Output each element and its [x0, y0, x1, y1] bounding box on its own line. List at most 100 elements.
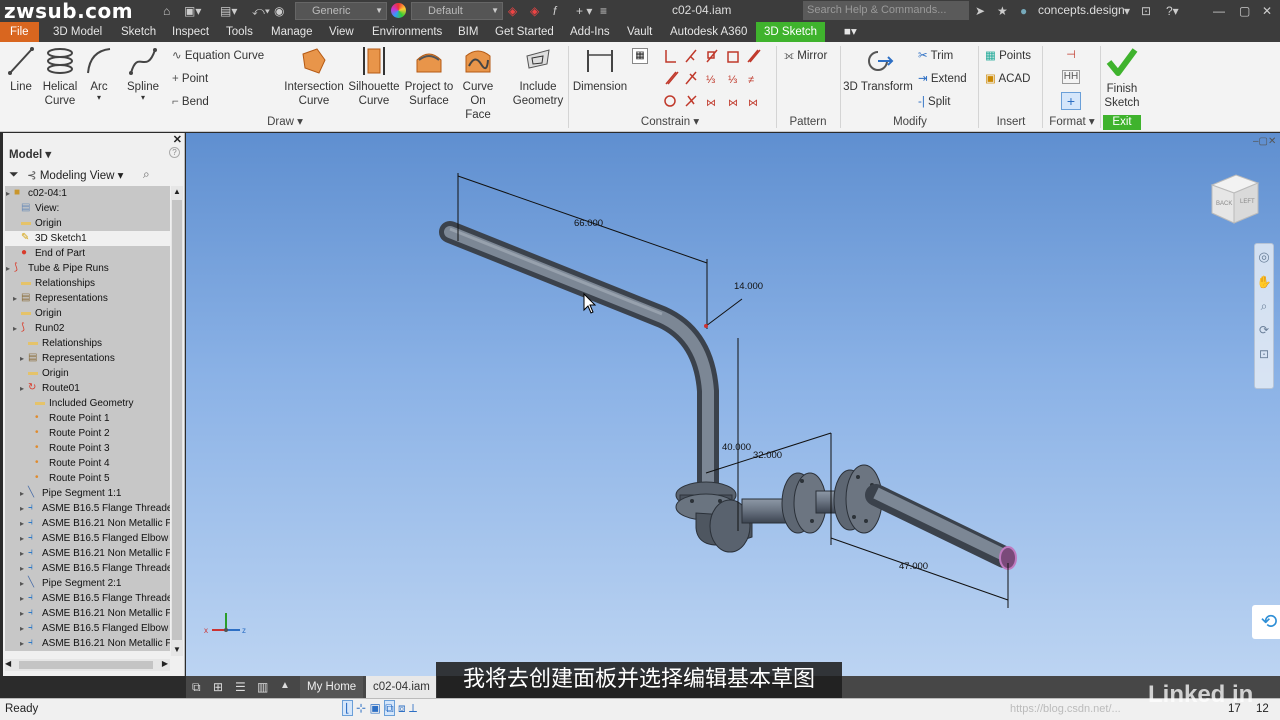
grid-icon[interactable]: ⊹ — [356, 701, 366, 715]
expand-toggle-icon[interactable]: ▸ — [20, 381, 24, 396]
expand-toggle-icon[interactable]: ▸ — [20, 351, 24, 366]
acad-button[interactable]: ▣ ACAD — [985, 71, 1030, 87]
show-icon[interactable]: ⊥ — [409, 701, 417, 715]
expand-toggle-icon[interactable]: ▸ — [6, 261, 10, 276]
plus-icon[interactable]: + ▾ — [576, 3, 592, 19]
expand-toggle-icon[interactable]: ▸ — [13, 321, 17, 336]
pipe-segment-2[interactable] — [865, 484, 1017, 570]
expand-toggle-icon[interactable]: ▸ — [20, 606, 24, 621]
split-button[interactable]: -| Split — [918, 94, 950, 110]
include-geometry-button[interactable]: Include Geometry — [510, 46, 566, 108]
new-icon[interactable]: ▣▾ — [184, 3, 201, 19]
dimension-button[interactable]: Dimension — [572, 46, 628, 94]
star-icon[interactable]: ★ — [997, 3, 1008, 19]
project-to-surface-button[interactable]: Project to Surface — [404, 46, 454, 108]
tree-item[interactable]: ▸ ⫞ ASME B16.5 Flange Threade — [5, 501, 170, 516]
expand-toggle-icon[interactable]: ▸ — [20, 561, 24, 576]
browser-title[interactable]: Model ▾ — [9, 147, 51, 161]
material-dropdown[interactable]: Default ▼ — [411, 2, 503, 20]
share-icon[interactable]: ⟲ — [1252, 605, 1280, 639]
rect-icon[interactable]: ▣ — [369, 701, 380, 715]
tile-vertical-icon[interactable]: ▥ — [257, 680, 268, 694]
tree-item[interactable]: ▸ ⟆ Tube & Pipe Runs — [5, 261, 170, 276]
viewcube[interactable]: BACK LEFT — [1206, 173, 1262, 224]
expand-toggle-icon[interactable]: ▸ — [20, 516, 24, 531]
tree-hscrollbar[interactable]: ◀ ▶ — [5, 659, 170, 671]
tree-item[interactable]: ▸ ⫞ ASME B16.21 Non Metallic F — [5, 606, 170, 621]
help-search-input[interactable]: Search Help & Commands... — [803, 1, 969, 20]
constraint-icon[interactable]: ⧉ — [384, 700, 395, 716]
tab-document[interactable]: c02-04.iam — [366, 676, 437, 698]
close-icon[interactable]: ✕ — [1262, 3, 1272, 19]
expand-toggle-icon[interactable]: ▸ — [20, 576, 24, 591]
tree-item[interactable]: ▸ ⫞ ASME B16.5 Flanged Elbow — [5, 621, 170, 636]
tree-item[interactable]: ✎ 3D Sketch1 — [5, 231, 170, 246]
look-at-icon[interactable]: ⊡ — [1255, 342, 1273, 366]
point-button[interactable]: + Point — [172, 71, 208, 87]
tree-item[interactable]: ▸ ╲ Pipe Segment 1:1 — [5, 486, 170, 501]
tree-item[interactable]: ▬ Relationships — [5, 336, 170, 351]
graphics-viewport[interactable]: 66.000 14.000 40.000 32.000 47.000 xz BA… — [186, 133, 1280, 676]
undo-icon[interactable]: ⤺▾ — [252, 3, 270, 19]
user-name[interactable]: concepts.design — [1038, 3, 1125, 17]
curve-on-face-button[interactable]: Curve On Face — [456, 46, 500, 122]
arrange-up-icon[interactable]: ▲ — [280, 680, 290, 691]
3d-transform-button[interactable]: 3D Transform — [842, 46, 914, 94]
dimension-32[interactable]: 32.000 — [753, 450, 782, 461]
tab-3d-model[interactable]: 3D Model — [49, 22, 106, 42]
points-button[interactable]: ▦ Points — [985, 48, 1031, 64]
dimension-40[interactable]: 40.000 — [722, 442, 751, 453]
finish-sketch-button[interactable]: Finish Sketch — [1101, 46, 1143, 110]
scroll-left-icon[interactable]: ◀ — [5, 659, 11, 668]
route-point[interactable] — [704, 324, 708, 328]
expand-toggle-icon[interactable]: ▸ — [20, 531, 24, 546]
tab-add-ins[interactable]: Add-Ins — [566, 22, 614, 42]
select-icon[interactable]: ◉ — [274, 3, 284, 19]
tree-item[interactable]: ▬ Included Geometry — [5, 396, 170, 411]
constraint-settings-icon[interactable]: ▦ — [632, 48, 648, 64]
tab-manage[interactable]: Manage — [267, 22, 317, 42]
tree-item[interactable]: ▤ View: — [5, 201, 170, 216]
intersection-curve-button[interactable]: Intersection Curve — [284, 46, 344, 108]
window-controls[interactable]: –▢✕ — [1253, 136, 1276, 147]
tree-item[interactable]: ▸ ▤ Representations — [5, 351, 170, 366]
format-dim-icon[interactable]: HH — [1062, 70, 1080, 84]
pipe-segment-1[interactable] — [439, 221, 719, 494]
view-mode-dropdown[interactable]: ⊰ Modeling View ▾ — [27, 168, 123, 182]
scroll-down-icon[interactable]: ▼ — [171, 644, 183, 656]
format-panel-title[interactable]: Format ▾ — [1044, 115, 1100, 130]
tab-autodesk-a360[interactable]: Autodesk A360 — [666, 22, 751, 42]
constrain-panel-title[interactable]: Constrain ▾ — [630, 115, 710, 130]
tab-view[interactable]: View — [325, 22, 358, 42]
tile-horizontal-icon[interactable]: ☰ — [235, 680, 246, 694]
draw-panel-title[interactable]: Draw ▾ — [250, 115, 320, 130]
expand-toggle-icon[interactable]: ▸ — [20, 501, 24, 516]
pan-icon[interactable]: ✋ — [1255, 270, 1273, 294]
spline-button[interactable]: Spline ▾ — [124, 46, 162, 102]
helical-curve-button[interactable]: Helical Curve — [40, 46, 80, 108]
close-icon[interactable]: ✕ — [173, 133, 182, 146]
expand-toggle-icon[interactable]: ▸ — [20, 591, 24, 606]
tree-item[interactable]: ▸ ⫞ ASME B16.21 Non Metallic F — [5, 546, 170, 561]
cascade-icon[interactable]: ⧉ — [192, 680, 201, 695]
tab-environments[interactable]: Environments — [368, 22, 446, 42]
tree-item[interactable]: • Route Point 5 — [5, 471, 170, 486]
expand-toggle-icon[interactable]: ▸ — [20, 546, 24, 561]
tree-item[interactable]: ▸ ⫞ ASME B16.21 Non Metallic F — [5, 636, 170, 651]
appearance-dropdown[interactable]: Generic ▼ — [295, 2, 387, 20]
tab-tools[interactable]: Tools — [222, 22, 257, 42]
appearance-icon[interactable]: ◈ — [508, 3, 517, 19]
tree-item[interactable]: ▸ ╲ Pipe Segment 2:1 — [5, 576, 170, 591]
fx-icon[interactable]: f — [553, 3, 556, 19]
help-icon[interactable]: ?▾ — [1166, 3, 1179, 19]
tree-item[interactable]: • Route Point 4 — [5, 456, 170, 471]
expand-toggle-icon[interactable]: ▸ — [20, 486, 24, 501]
expand-toggle-icon[interactable]: ▸ — [13, 291, 17, 306]
more-icon[interactable]: ≡ — [600, 3, 607, 19]
tile-icon[interactable]: ⊞ — [213, 680, 223, 694]
tree-item[interactable]: ● End of Part — [5, 246, 170, 261]
open-icon[interactable]: ▤▾ — [220, 3, 237, 19]
tree-item[interactable]: ▬ Origin — [5, 306, 170, 321]
clear-appearance-icon[interactable]: ◈ — [530, 3, 539, 19]
trim-button[interactable]: ✂ Trim — [918, 48, 953, 64]
